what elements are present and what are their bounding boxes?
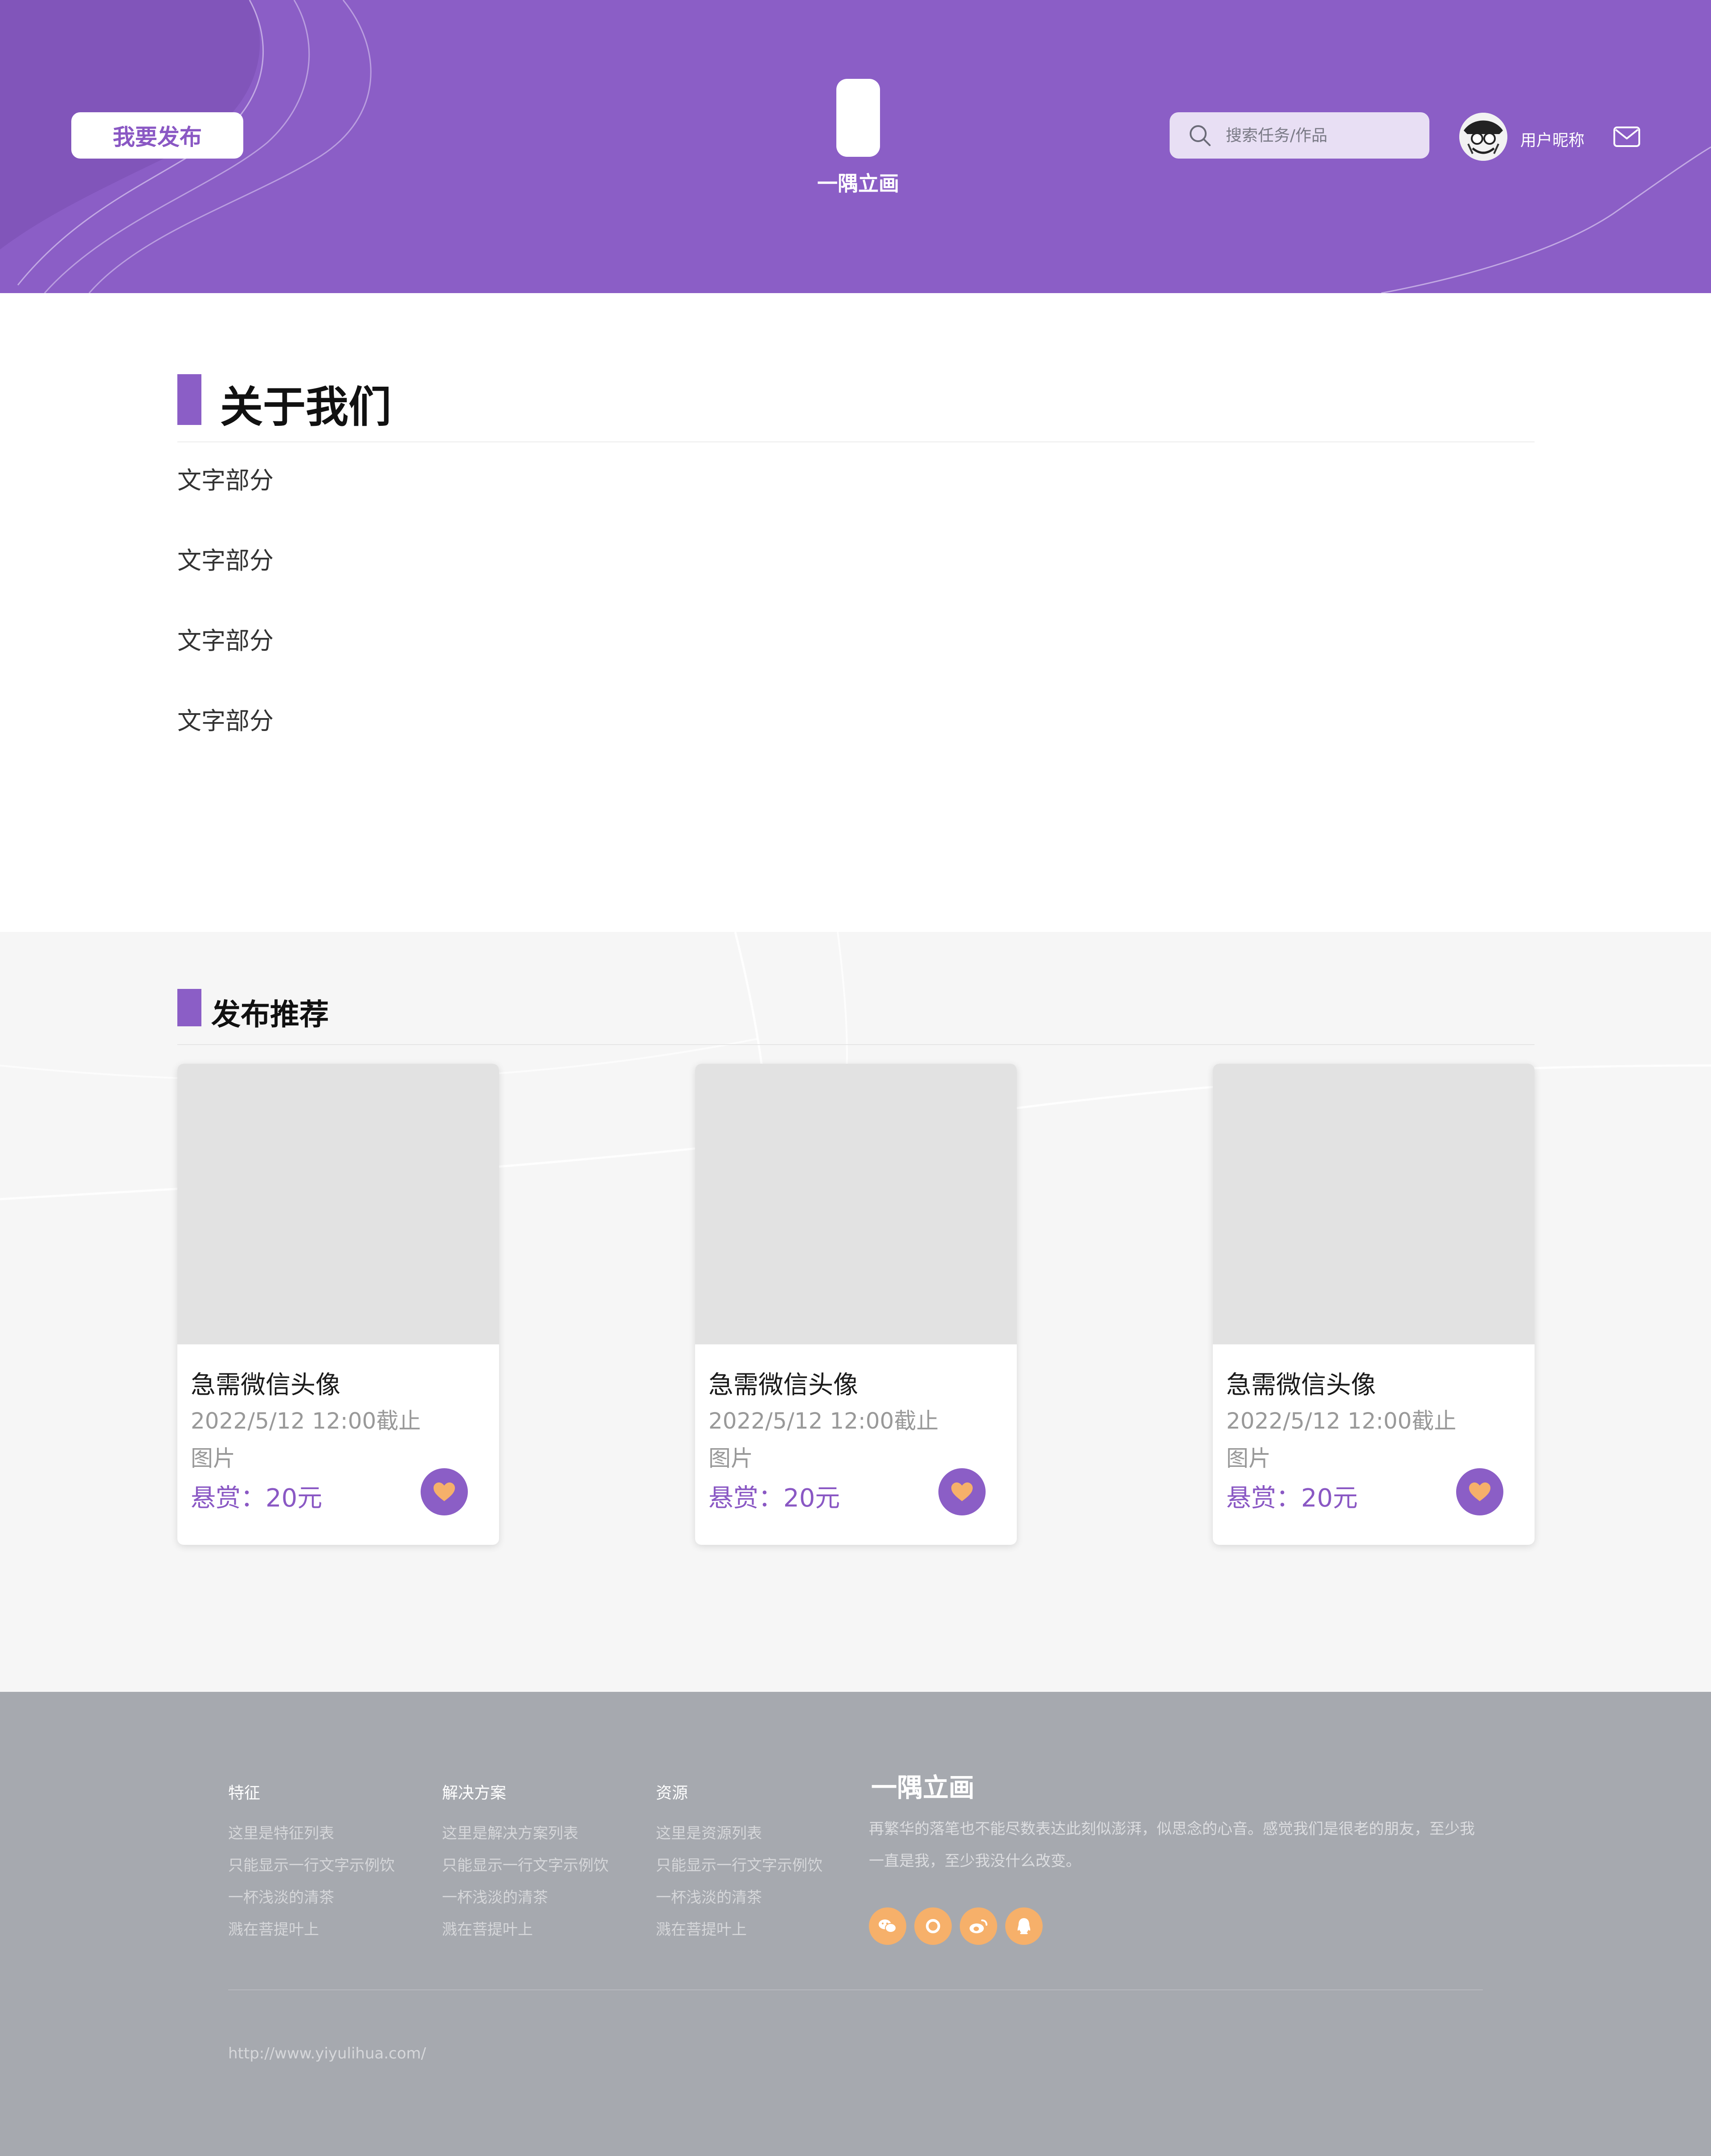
card-title[interactable]: 急需微信头像 [1226,1365,1376,1401]
footer-link[interactable]: 这里是资源列表 [656,1817,823,1850]
card-thumbnail[interactable] [1213,1064,1535,1344]
footer: 特征 这里是特征列表 只能显示一行文字示例饮 一杯浅淡的清茶 溅在菩提叶上 解决… [0,1692,1711,2156]
weibo-icon [970,1919,987,1933]
card-type: 图片 [708,1446,753,1471]
divider [177,1044,1535,1045]
logo-mark[interactable] [836,79,880,157]
footer-column-resources: 资源 这里是资源列表 只能显示一行文字示例饮 一杯浅淡的清茶 溅在菩提叶上 [656,1780,823,1946]
footer-brand-description: 再繁华的落笔也不能尽数表达此刻似澎湃，似思念的心音。感觉我们是很老的朋友，至少我… [869,1820,1475,1870]
heart-icon [1469,1482,1490,1501]
footer-column-heading: 资源 [656,1784,688,1802]
wechat-button[interactable] [869,1907,906,1945]
footer-column-heading: 解决方案 [442,1784,507,1802]
logo-text: 一隅立画 [817,172,899,196]
heart-icon [434,1482,455,1501]
card-reward: 悬赏：20元 [1226,1484,1358,1513]
card-reward: 悬赏：20元 [191,1484,323,1513]
card-title[interactable]: 急需微信头像 [191,1365,340,1401]
footer-link[interactable]: 溅在菩提叶上 [656,1914,823,1946]
footer-url-link[interactable]: http://www.yiyulihua.com/ [228,2045,426,2062]
circle-link-button[interactable] [914,1907,952,1945]
section-marker [177,989,201,1026]
divider [228,1989,1483,1990]
wechat-icon [879,1919,896,1933]
footer-link[interactable]: 只能显示一行文字示例饮 [656,1850,823,1882]
footer-link[interactable]: 一杯浅淡的清茶 [228,1882,395,1914]
footer-column-solutions: 解决方案 这里是解决方案列表 只能显示一行文字示例饮 一杯浅淡的清茶 溅在菩提叶… [442,1780,609,1946]
search-box[interactable] [1170,112,1429,159]
recommend-card[interactable]: 急需微信头像 2022/5/12 12:00截止 图片 悬赏：20元 [1213,1064,1535,1545]
card-deadline: 2022/5/12 12:00截止 [191,1408,421,1434]
footer-column-features: 特征 这里是特征列表 只能显示一行文字示例饮 一杯浅淡的清茶 溅在菩提叶上 [228,1780,395,1946]
weibo-button[interactable] [960,1907,997,1945]
like-button[interactable] [421,1468,468,1515]
card-title[interactable]: 急需微信头像 [708,1365,858,1401]
footer-link[interactable]: 溅在菩提叶上 [228,1914,395,1946]
about-text-line: 文字部分 [177,466,274,494]
about-text-line: 文字部分 [177,627,274,655]
footer-column-heading: 特征 [228,1784,261,1802]
circle-icon [926,1919,940,1933]
qq-button[interactable] [1005,1907,1043,1945]
qq-icon [1017,1918,1031,1934]
like-button[interactable] [938,1468,986,1515]
publish-button[interactable]: 我要发布 [71,112,243,159]
card-thumbnail[interactable] [177,1064,499,1344]
recommend-card[interactable]: 急需微信头像 2022/5/12 12:00截止 图片 悬赏：20元 [695,1064,1017,1545]
search-icon[interactable] [1187,123,1212,148]
about-text-line: 文字部分 [177,547,274,575]
recommend-title: 发布推荐 [211,997,329,1032]
card-thumbnail[interactable] [695,1064,1017,1344]
footer-link[interactable]: 这里是解决方案列表 [442,1817,609,1850]
like-button[interactable] [1456,1468,1503,1515]
avatar-image [1459,113,1507,161]
footer-link[interactable]: 溅在菩提叶上 [442,1914,609,1946]
card-type: 图片 [191,1446,235,1471]
avatar[interactable] [1459,113,1507,161]
footer-link[interactable]: 只能显示一行文字示例饮 [228,1850,395,1882]
about-section: 关于我们 文字部分 文字部分 文字部分 文字部分 [0,293,1711,932]
footer-link[interactable]: 这里是特征列表 [228,1817,395,1850]
card-reward: 悬赏：20元 [708,1484,840,1513]
username[interactable]: 用户昵称 [1520,127,1584,151]
divider [177,441,1535,442]
footer-brand-title: 一隅立画 [871,1772,975,1803]
footer-link[interactable]: 只能显示一行文字示例饮 [442,1850,609,1882]
footer-link[interactable]: 一杯浅淡的清茶 [656,1882,823,1914]
footer-link[interactable]: 一杯浅淡的清茶 [442,1882,609,1914]
section-marker [177,374,201,425]
card-type: 图片 [1226,1446,1271,1471]
card-deadline: 2022/5/12 12:00截止 [1226,1408,1457,1434]
mail-icon[interactable] [1613,126,1641,147]
recommend-section: 发布推荐 急需微信头像 2022/5/12 12:00截止 图片 悬赏：20元 … [0,932,1711,1692]
heart-icon [951,1482,973,1501]
search-input[interactable] [1226,126,1413,145]
about-text-line: 文字部分 [177,707,274,735]
recommend-card[interactable]: 急需微信头像 2022/5/12 12:00截止 图片 悬赏：20元 [177,1064,499,1545]
about-title: 关于我们 [220,382,391,432]
card-deadline: 2022/5/12 12:00截止 [708,1408,939,1434]
header: 我要发布 一隅立画 用户昵称 [0,0,1711,293]
